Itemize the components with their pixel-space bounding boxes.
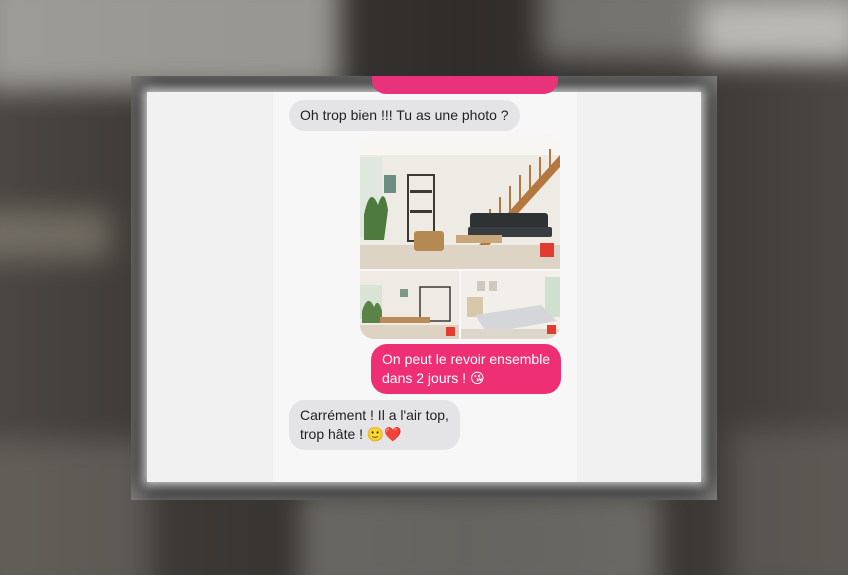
previous-outgoing-bubble [372,76,558,94]
message-text: Oh trop bien !!! Tu as une photo ? [300,107,509,123]
incoming-message: Oh trop bien !!! Tu as une photo ? [289,100,520,131]
message-text-line2: trop hâte ! 🙂❤️ [300,426,402,442]
outgoing-message: On peut le revoir ensemble dans 2 jours … [371,344,562,394]
incoming-message: Carrément ! Il a l'air top, trop hâte ! … [289,400,460,450]
message-text-line1: Carrément ! Il a l'air top, [300,407,449,423]
message-text-line2: dans 2 jours ! 😘 [382,370,485,386]
message-text-line1: On peut le revoir ensemble [382,351,551,367]
living-room-photo[interactable] [360,135,560,269]
dining-room-photo[interactable] [360,271,459,339]
bedroom-photo[interactable] [461,271,560,339]
